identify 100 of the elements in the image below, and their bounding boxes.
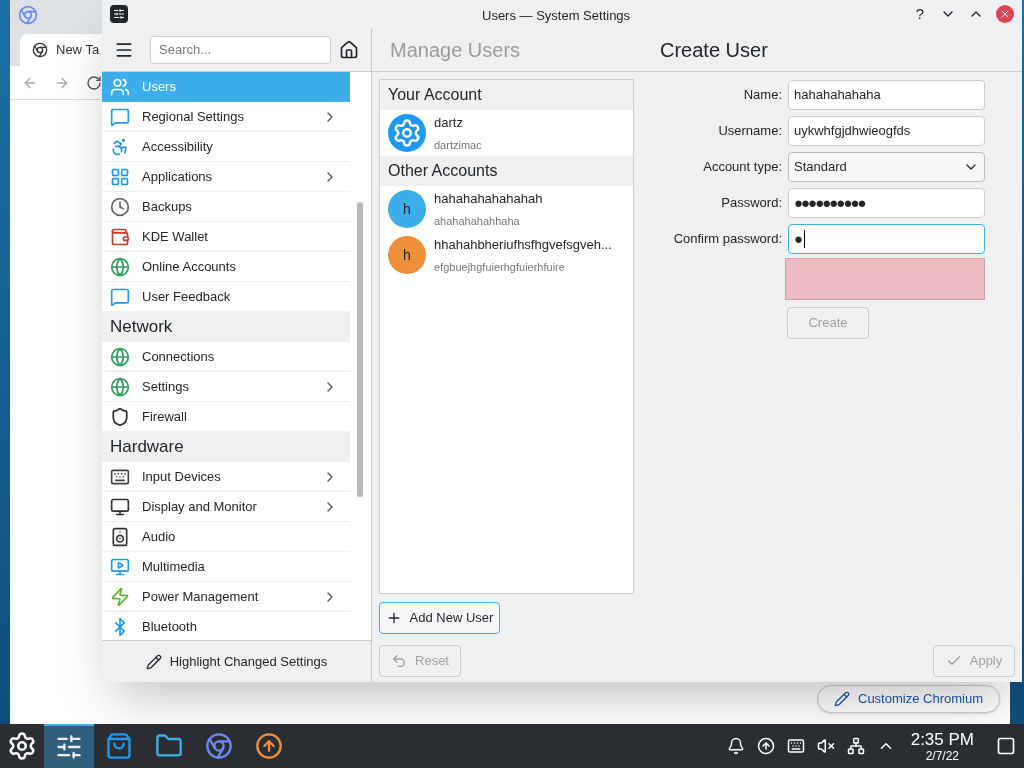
customize-button[interactable]: Customize Chromium: [817, 685, 1000, 713]
update-icon[interactable]: [756, 737, 775, 755]
account-row[interactable]: dartz dartzimac: [380, 110, 633, 156]
account-type-dropdown[interactable]: Standard: [788, 152, 985, 182]
text-field[interactable]: uykwhfgjdhwieogfds: [788, 116, 985, 146]
sidebar-item[interactable]: Regional Settings: [102, 102, 351, 132]
item-label: Users: [142, 78, 177, 97]
field-label: Account type:: [702, 158, 783, 177]
launcher-icon[interactable]: [7, 731, 37, 761]
page-title[interactable]: Create User: [660, 34, 768, 65]
speech-bubble-icon: [110, 106, 130, 127]
tab-title: New Ta: [56, 41, 100, 60]
password-field[interactable]: ●: [788, 224, 985, 254]
taskbar-app[interactable]: [44, 724, 94, 768]
item-label: Bluetooth: [142, 617, 198, 636]
folder-icon: [155, 732, 183, 760]
wallet-icon: [110, 226, 130, 247]
user-name: dartz: [434, 114, 464, 132]
password-field[interactable]: ●●●●●●●●●●: [788, 188, 985, 218]
undo-icon: [391, 653, 407, 669]
close-icon[interactable]: [996, 5, 1014, 23]
speech-bubble-icon: [110, 286, 130, 307]
item-label: Online Accounts: [142, 257, 237, 276]
section-header: Other Accounts: [380, 156, 633, 186]
section-header: Your Account: [380, 80, 633, 110]
clock-time[interactable]: 2:35 PM: [910, 730, 974, 748]
reload-icon[interactable]: [86, 74, 102, 91]
item-label: Audio: [142, 527, 177, 546]
pencil-icon: [834, 691, 850, 707]
lightning-icon: [110, 586, 130, 607]
pencil-icon: [145, 653, 162, 670]
text-field[interactable]: hahahahahaha: [788, 80, 985, 110]
item-label: Settings: [142, 377, 190, 396]
sidebar-item[interactable]: Applications: [102, 162, 351, 192]
user-login: ahahahahahhaha: [434, 213, 521, 229]
globe-icon: [110, 376, 130, 397]
sidebar-item[interactable]: Online Accounts: [102, 252, 351, 282]
item-label: Regional Settings: [142, 107, 245, 126]
item-label: Input Devices: [142, 467, 222, 486]
sidebar-item[interactable]: Power Management: [102, 582, 351, 612]
bell-icon[interactable]: [726, 737, 745, 755]
users-icon: [110, 77, 130, 97]
user-login: efgbuejhgfuierhgfuierhfuire: [434, 259, 566, 275]
globe-icon: [110, 256, 130, 277]
user-name: hahahahahahahah: [434, 190, 543, 208]
window-title: Users — System Settings: [482, 7, 631, 25]
item-label: Multimedia: [142, 557, 206, 576]
show-desktop-icon[interactable]: [996, 736, 1016, 756]
shield-icon: [110, 406, 130, 427]
clock-icon: [110, 196, 130, 217]
bag-icon: [105, 732, 133, 760]
item-label: Power Management: [142, 587, 260, 606]
search-field[interactable]: Search...: [150, 35, 331, 64]
app-icon: [110, 5, 128, 23]
sidebar-item[interactable]: Input Devices: [102, 462, 351, 492]
speaker-icon: [110, 526, 130, 547]
item-label: Accessibility: [142, 137, 214, 156]
user-name: hhahahbheriufhsfhgvefsgveh...: [434, 236, 612, 254]
sidebar-item[interactable]: Display and Monitor: [102, 492, 351, 522]
sidebar-item[interactable]: KDE Wallet: [102, 222, 351, 252]
item-label: Connections: [142, 347, 216, 366]
help-button[interactable]: ?: [911, 2, 928, 26]
sidebar-item[interactable]: Backups: [102, 192, 351, 222]
item-label: KDE Wallet: [142, 227, 209, 246]
sidebar-item[interactable]: Audio: [102, 522, 351, 552]
item-label: Display and Monitor: [142, 497, 258, 516]
item-label: Backups: [142, 197, 193, 216]
field-label: Name:: [742, 86, 783, 105]
field-label: Username:: [717, 122, 783, 141]
highlight-button[interactable]: Highlight Changed Settings: [137, 647, 336, 676]
scrollbar[interactable]: [357, 202, 364, 497]
section-header: Network: [102, 312, 351, 342]
sidebar-item[interactable]: Settings: [102, 372, 351, 402]
monitor-icon: [110, 556, 130, 577]
mute-icon[interactable]: [816, 737, 835, 755]
globe-icon: [110, 346, 130, 367]
update-icon: [255, 732, 283, 760]
item-label: Applications: [142, 167, 214, 186]
monitor-icon: [110, 496, 130, 517]
avatar: h: [388, 190, 426, 228]
field-label: Password:: [720, 194, 783, 213]
keyboard-icon[interactable]: [786, 737, 805, 755]
network-icon[interactable]: [846, 737, 865, 755]
item-label: Firewall: [142, 407, 188, 426]
browser-icon: [18, 5, 38, 25]
clock-date[interactable]: 2/7/22: [925, 749, 960, 762]
avatar: h: [388, 236, 426, 274]
sidebar-item[interactable]: Connections: [102, 342, 351, 372]
home-icon[interactable]: [339, 39, 359, 60]
sidebar-item[interactable]: Accessibility: [102, 132, 351, 162]
field-label: Confirm password:: [672, 230, 783, 249]
browser-icon: [32, 42, 48, 58]
account-row[interactable]: h hahahahahahahah ahahahahahhaha: [380, 186, 633, 232]
account-row[interactable]: h hhahahbheriufhsfhgvefsgveh... efgbuejhgfuierhgfuierhfuire: [380, 232, 633, 278]
browser-icon: [205, 732, 233, 760]
user-login: dartzimac: [434, 137, 482, 153]
accessibility-icon: [110, 136, 130, 157]
avatar-icon: [388, 114, 426, 152]
add-user-button[interactable]: Add New User: [379, 602, 500, 634]
sidebar-item[interactable]: Multimedia: [102, 552, 351, 582]
